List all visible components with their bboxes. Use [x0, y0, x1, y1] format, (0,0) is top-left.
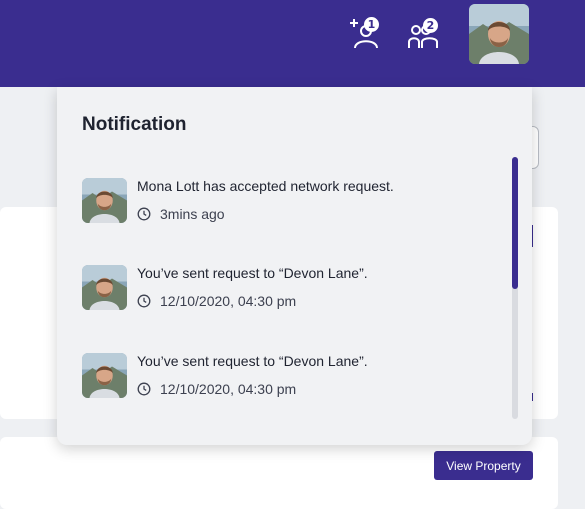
add-user-icon[interactable]: 1 — [349, 16, 383, 52]
notification-time: 3mins ago — [160, 206, 225, 222]
scrollbar-thumb[interactable] — [512, 157, 518, 289]
top-navbar: 1 2 — [0, 0, 585, 87]
user-avatar[interactable] — [469, 4, 529, 64]
users-group-icon[interactable]: 2 — [406, 16, 440, 52]
notification-item[interactable]: You’ve sent request to “Devon Lane”. 12/… — [82, 353, 482, 405]
notification-time: 12/10/2020, 04:30 pm — [160, 381, 297, 397]
clock-icon — [137, 207, 151, 221]
notification-avatar — [82, 265, 127, 310]
requests-count-badge: 2 — [423, 18, 438, 33]
clock-icon — [137, 382, 151, 396]
notification-message: Mona Lott has accepted network request. — [137, 178, 394, 194]
view-property-button[interactable]: View Property — [434, 451, 533, 480]
scrollbar-track[interactable] — [512, 157, 518, 419]
notification-time: 12/10/2020, 04:30 pm — [160, 293, 297, 309]
notification-item[interactable]: Mona Lott has accepted network request. … — [82, 178, 482, 230]
notification-item[interactable]: You’ve sent request to “Devon Lane”. 12/… — [82, 265, 482, 317]
notification-count-badge: 1 — [364, 17, 379, 32]
notification-avatar — [82, 353, 127, 398]
notification-dropdown: Notification Mona Lott has accepted netw… — [57, 87, 532, 445]
notification-avatar — [82, 178, 127, 223]
avatar-photo — [469, 4, 529, 64]
notification-message: You’ve sent request to “Devon Lane”. — [137, 265, 368, 281]
clock-icon — [137, 294, 151, 308]
notification-title: Notification — [82, 114, 187, 135]
notification-message: You’ve sent request to “Devon Lane”. — [137, 353, 368, 369]
